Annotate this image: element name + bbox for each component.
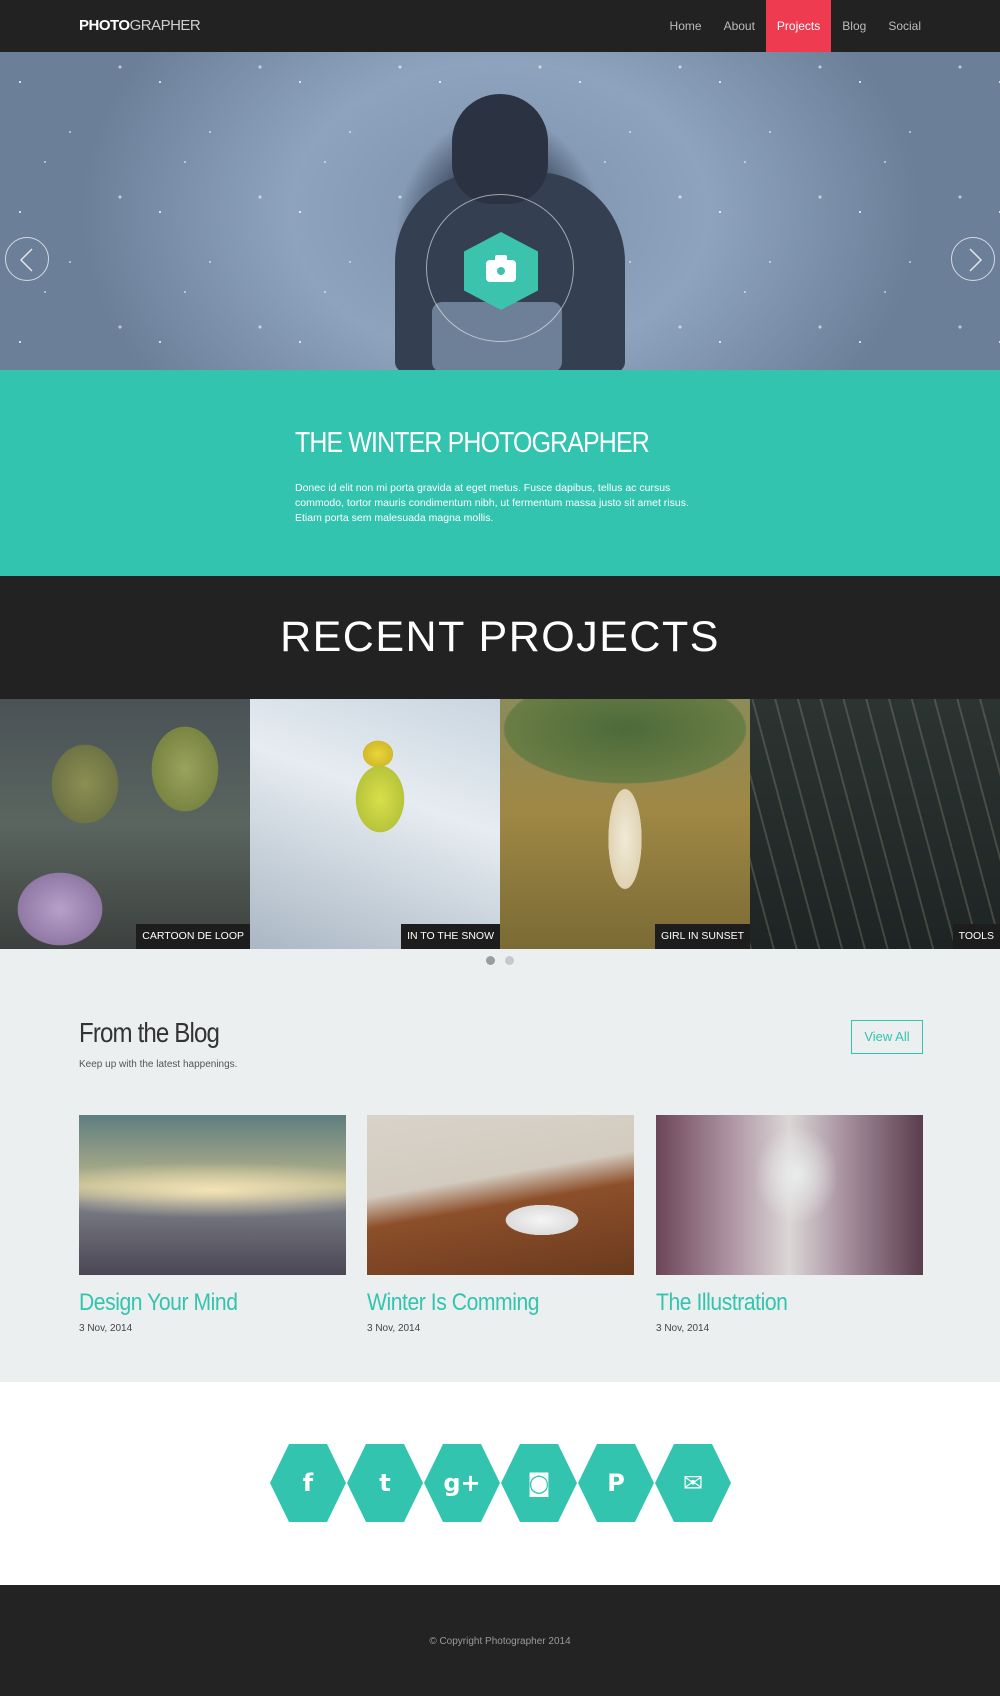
recent-projects-title: RECENT PROJECTS (280, 613, 720, 661)
project-tile-label: CARTOON DE LOOP (136, 924, 250, 949)
facebook-link[interactable]: f (270, 1444, 346, 1522)
google-plus-link[interactable]: g+ (424, 1444, 500, 1522)
blog-post-card: Design Your Mind 3 Nov, 2014 (79, 1115, 346, 1334)
nav-item-about[interactable]: About (713, 0, 766, 52)
hero-figure-head (452, 94, 548, 204)
blog-post-date: 3 Nov, 2014 (367, 1323, 421, 1334)
email-icon: ✉ (682, 1469, 704, 1497)
blog-post-title[interactable]: The Illustration (656, 1289, 891, 1317)
pinterest-icon: P (607, 1469, 625, 1497)
logo-light-text: GRAPHER (129, 17, 201, 34)
project-tile-sunset[interactable]: GIRL IN SUNSET (500, 699, 750, 949)
chevron-left-icon (19, 248, 33, 272)
nav-item-projects[interactable]: Projects (765, 0, 832, 52)
nav-menu: Home About Projects Blog Social (659, 0, 932, 52)
footer: © Copyright Photographer 2014 (0, 1585, 1000, 1696)
slider-prev-button[interactable] (5, 237, 49, 281)
logo-strong-text: PHOTO (79, 17, 130, 34)
blog-post-image[interactable] (79, 1115, 346, 1275)
instagram-icon: ◙ (527, 1469, 551, 1497)
twitter-icon: t (379, 1469, 391, 1497)
project-tile-cartoon[interactable]: CARTOON DE LOOP (0, 699, 250, 949)
social-section: f t g+ ◙ P ✉ (0, 1382, 1000, 1585)
pagination-dot-2[interactable] (505, 956, 514, 965)
blog-subtitle: Keep up with the latest happenings. (79, 1059, 238, 1070)
project-tiles: CARTOON DE LOOP IN TO THE SNOW GIRL IN S… (0, 699, 1000, 949)
copyright-text: © Copyright Photographer 2014 (429, 1636, 571, 1647)
blog-title: From the Blog (79, 1017, 220, 1048)
blog-post-card: Winter Is Comming 3 Nov, 2014 (367, 1115, 634, 1334)
intro-section: THE WINTER PHOTOGRAPHER Donec id elit no… (0, 370, 1000, 576)
project-tile-label: GIRL IN SUNSET (654, 924, 750, 949)
camera-lens (494, 264, 508, 278)
blog-section: From the Blog Keep up with the latest ha… (0, 949, 1000, 1382)
pagination-dot-1[interactable] (486, 956, 495, 965)
intro-text: Donec id elit non mi porta gravida at eg… (295, 482, 689, 524)
project-tile-label: IN TO THE SNOW (401, 924, 500, 949)
blog-post-title[interactable]: Design Your Mind (79, 1289, 314, 1317)
nav-item-social[interactable]: Social (877, 0, 932, 52)
camera-icon (486, 255, 516, 282)
nav-item-blog[interactable]: Blog (831, 0, 877, 52)
google-plus-icon: g+ (443, 1469, 481, 1497)
nav-item-home[interactable]: Home (659, 0, 713, 52)
site-logo[interactable]: PHOTOGRAPHER (79, 17, 201, 34)
chevron-right-icon (969, 248, 983, 272)
blog-post-card: The Illustration 3 Nov, 2014 (656, 1115, 923, 1334)
blog-post-image[interactable] (656, 1115, 923, 1275)
blog-post-date: 3 Nov, 2014 (656, 1323, 710, 1334)
blog-post-date: 3 Nov, 2014 (79, 1323, 133, 1334)
recent-projects-header: RECENT PROJECTS (0, 576, 1000, 699)
projects-pagination (0, 956, 1000, 965)
project-tile-tools[interactable]: TOOLS (750, 699, 1000, 949)
pinterest-link[interactable]: P (578, 1444, 654, 1522)
view-all-button[interactable]: View All (851, 1020, 923, 1054)
intro-title: THE WINTER PHOTOGRAPHER (295, 427, 650, 459)
blog-post-image[interactable] (367, 1115, 634, 1275)
top-navbar: PHOTOGRAPHER Home About Projects Blog So… (0, 0, 1000, 52)
project-tile-label: TOOLS (952, 924, 1000, 949)
blog-post-title[interactable]: Winter Is Comming (367, 1289, 602, 1317)
hero-slider (0, 52, 1000, 370)
facebook-icon: f (302, 1469, 314, 1497)
email-link[interactable]: ✉ (655, 1444, 731, 1522)
project-tile-snow[interactable]: IN TO THE SNOW (250, 699, 500, 949)
slider-next-button[interactable] (951, 237, 995, 281)
instagram-link[interactable]: ◙ (501, 1444, 577, 1522)
twitter-link[interactable]: t (347, 1444, 423, 1522)
social-icons-row: f t g+ ◙ P ✉ (270, 1444, 732, 1522)
